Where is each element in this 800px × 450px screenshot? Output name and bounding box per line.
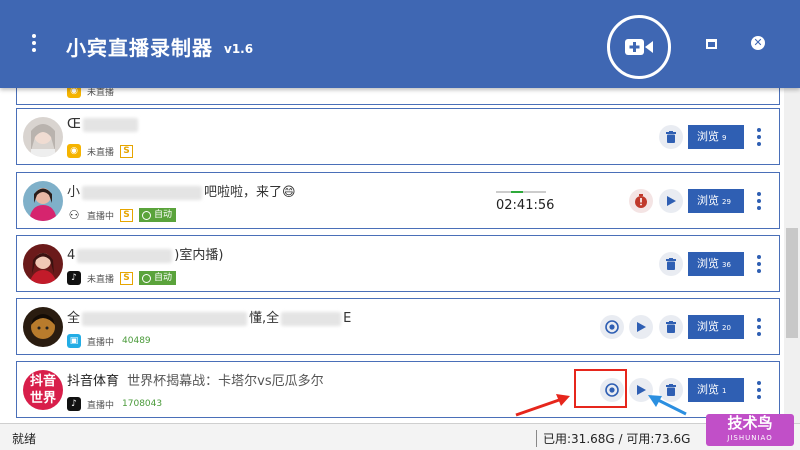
record-button[interactable]: [600, 315, 624, 339]
douyin-icon: ♪: [67, 397, 81, 411]
delete-button[interactable]: [659, 315, 683, 339]
disk-usage: 已用:31.68G / 可用:73.6G: [536, 430, 690, 447]
avatar: 抖音世界: [23, 370, 63, 410]
stream-card[interactable]: 小吧啦啦，来了😄 ⚇ 直播中 S 自动 02:41:56 浏览 29: [16, 172, 780, 229]
browse-button[interactable]: 浏览 36: [688, 252, 744, 276]
avatar: [23, 307, 63, 347]
browse-button[interactable]: 浏览 20: [688, 315, 744, 339]
play-button[interactable]: [629, 378, 653, 402]
streamer-name: 小吧啦啦，来了😄: [67, 185, 296, 200]
play-button[interactable]: [659, 189, 683, 213]
stop-timer-icon: [635, 194, 647, 208]
s-badge: S: [120, 208, 134, 222]
app-title: 小宾直播录制器: [66, 36, 213, 60]
status-bar: 就绪 已用:31.68G / 可用:73.6G: [0, 423, 800, 450]
recording-timer: 02:41:56: [496, 191, 554, 213]
auto-badge: 自动: [139, 208, 177, 222]
delete-button[interactable]: [659, 125, 683, 149]
avatar: [23, 244, 63, 284]
stream-card[interactable]: 4)室内播) ♪ 未直播 S 自动 浏览 36: [16, 235, 780, 292]
avatar-text: 抖音世界: [29, 374, 56, 406]
browse-button[interactable]: 浏览 29: [688, 189, 744, 213]
status-ready: 就绪: [12, 432, 37, 446]
streamer-name: 抖音体育 世界杯揭幕战：卡塔尔vs厄瓜多尔: [67, 370, 324, 389]
stream-title: 世界杯揭幕战：卡塔尔vs厄瓜多尔: [127, 374, 324, 389]
app-version: v1.6: [224, 42, 254, 56]
status-text: 未直播: [87, 274, 115, 285]
avatar: [23, 117, 63, 157]
close-button[interactable]: ✕: [751, 36, 767, 52]
stream-card[interactable]: 抖音世界 抖音体育 世界杯揭幕战：卡塔尔vs厄瓜多尔 ♪ 直播中 1708043…: [16, 361, 780, 418]
play-icon: [666, 196, 676, 206]
delete-button[interactable]: [659, 378, 683, 402]
play-icon: [636, 322, 646, 332]
trash-icon: [666, 258, 676, 270]
kuaishou-icon: ⚇: [67, 208, 81, 222]
add-record-button[interactable]: [607, 15, 671, 79]
title-bar: 小宾直播录制器 v1.6 ✕: [0, 0, 800, 88]
status-text: 未直播: [87, 88, 115, 98]
more-options-icon[interactable]: [754, 192, 764, 212]
browse-button[interactable]: 浏览 9: [688, 125, 744, 149]
play-button[interactable]: [629, 315, 653, 339]
douyin-icon: ♪: [67, 271, 81, 285]
s-badge: S: [120, 271, 134, 285]
stream-list: ◉ 未直播 Œ ◉ 未直播 S 浏览 9 小吧啦啦，来了😄 ⚇ 直播中 S 自动…: [0, 88, 784, 423]
auto-badge: 自动: [139, 271, 177, 285]
huya-icon: ◉: [67, 144, 81, 158]
more-options-icon[interactable]: [754, 381, 764, 401]
streamer-name: 全懂,全 E: [67, 311, 352, 326]
delete-button[interactable]: [659, 252, 683, 276]
menu-icon[interactable]: [26, 34, 42, 54]
huya-icon: ◉: [67, 88, 81, 98]
streamer-name: Œ: [67, 117, 138, 132]
stop-record-button[interactable]: [629, 189, 653, 213]
more-options-icon[interactable]: [754, 255, 764, 275]
stream-card[interactable]: ◉ 未直播: [16, 88, 780, 105]
stream-card[interactable]: Œ ◉ 未直播 S 浏览 9: [16, 108, 780, 165]
maximize-button[interactable]: [704, 36, 720, 52]
status-text: 直播中: [87, 400, 115, 411]
play-icon: [636, 385, 646, 395]
bilibili-icon: ▣: [67, 334, 81, 348]
trash-icon: [666, 321, 676, 333]
trash-icon: [666, 384, 676, 396]
stream-card[interactable]: 全懂,全 E ▣ 直播中 40489 浏览 20: [16, 298, 780, 355]
video-add-icon: [625, 39, 653, 55]
viewer-count: 40489: [122, 336, 151, 346]
browse-button[interactable]: 浏览 1: [688, 378, 744, 402]
recording-progress: [496, 191, 546, 193]
avatar: [23, 181, 63, 221]
watermark-logo: 技术鸟 JISHUNIAO: [706, 414, 794, 446]
status-text: 直播中: [87, 337, 115, 348]
more-options-icon[interactable]: [754, 128, 764, 148]
scrollbar-thumb[interactable]: [786, 228, 798, 338]
channel-name: 抖音体育: [67, 374, 120, 389]
streamer-name: 4)室内播): [67, 248, 224, 263]
trash-icon: [666, 131, 676, 143]
auto-icon: [142, 273, 152, 283]
more-options-icon[interactable]: [754, 318, 764, 338]
auto-icon: [142, 210, 152, 220]
scrollbar[interactable]: [784, 88, 800, 423]
status-text: 直播中: [87, 211, 115, 222]
s-badge: S: [120, 144, 134, 158]
viewer-count: 1708043: [122, 399, 163, 409]
record-icon: [605, 320, 619, 334]
highlight-box: [574, 369, 627, 408]
status-text: 未直播: [87, 147, 115, 158]
